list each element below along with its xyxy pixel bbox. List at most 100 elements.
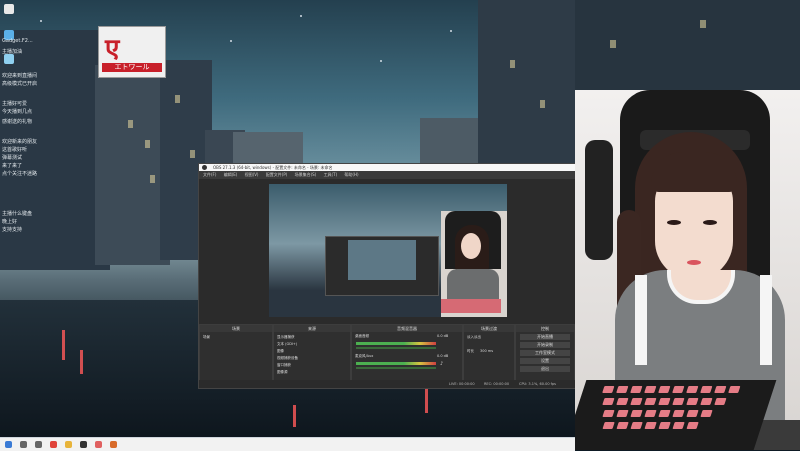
obs-preview-canvas[interactable] xyxy=(269,184,507,317)
chat-message: 欢迎新来的朋友 xyxy=(2,139,38,145)
preview-webcam-source xyxy=(441,211,507,317)
duration-input[interactable]: 300 ms xyxy=(480,349,493,353)
chat-app-icon[interactable] xyxy=(95,441,102,448)
scenes-dock: 场景 场景 + − ˄ ˅ xyxy=(199,324,273,388)
menu-edit[interactable]: 编辑(E) xyxy=(224,172,238,177)
menu-file[interactable]: 文件(F) xyxy=(203,172,216,177)
preview-nested-obs xyxy=(325,236,439,296)
browser-icon[interactable] xyxy=(50,441,57,448)
live-status: LIVE: 00:00:00 xyxy=(449,382,475,386)
keycap xyxy=(630,410,643,417)
window-light xyxy=(175,95,180,103)
mixer-channel-db: 0.0 dB xyxy=(437,334,449,338)
menu-tools[interactable]: 工具(T) xyxy=(324,172,338,177)
exit-button[interactable]: 退出 xyxy=(520,366,570,372)
folder-icon[interactable] xyxy=(65,441,72,448)
music-icon[interactable] xyxy=(110,441,117,448)
star xyxy=(230,40,232,42)
chat-message: 晚上好 xyxy=(2,219,18,225)
obs-window[interactable]: OBS 27.1.3 (64-bit, windows) - 配置文件: 未命名… xyxy=(198,163,576,389)
building xyxy=(478,0,588,170)
chair-side xyxy=(585,140,613,260)
streamer-eye xyxy=(703,220,717,225)
menu-view[interactable]: 视图(V) xyxy=(245,172,259,177)
scene-item[interactable]: 场景 xyxy=(203,335,210,340)
streamer-eye xyxy=(667,220,681,225)
window-light xyxy=(150,175,155,183)
shirt-stripe xyxy=(760,275,772,365)
obs-logo-icon xyxy=(202,165,207,170)
chat-message: Gadget.F2... xyxy=(2,38,33,44)
shirt-stripe xyxy=(635,275,647,365)
keycap xyxy=(686,422,699,429)
volume-slider[interactable] xyxy=(356,367,436,369)
search-icon[interactable] xyxy=(20,441,27,448)
keycap xyxy=(700,398,713,405)
keycap xyxy=(700,410,713,417)
keycap xyxy=(700,386,713,393)
source-item[interactable]: 显示器捕获 xyxy=(277,335,295,340)
light-reflection xyxy=(425,385,428,413)
keycap xyxy=(644,422,657,429)
studio-mode-button[interactable]: 工作室模式 xyxy=(520,350,570,356)
source-item[interactable]: 图像 xyxy=(277,349,284,354)
volume-meter xyxy=(356,342,436,345)
menu-profile[interactable]: 配置文件(P) xyxy=(266,172,288,177)
keycap xyxy=(602,422,615,429)
mixer-channel-label: 桌面音频 xyxy=(355,334,369,338)
window-light xyxy=(700,20,706,28)
controls-dock: 控制 开始直播 开始录制 工作室模式 设置 退出 xyxy=(515,324,575,388)
mixer-channel-db: 0.0 dB xyxy=(437,354,449,358)
keycap xyxy=(672,410,685,417)
windows-start-icon[interactable] xyxy=(5,441,12,448)
star xyxy=(380,60,382,62)
volume-meter xyxy=(356,362,436,365)
keycap xyxy=(630,422,643,429)
light-reflection xyxy=(293,405,296,427)
task-view-icon[interactable] xyxy=(35,441,42,448)
audio-mixer-dock: 音频混音器 桌面音频 0.0 dB 麦克风/Aux 0.0 dB ♪ xyxy=(351,324,463,388)
obs-statusbar: LIVE: 00:00:00 REC: 00:00:00 CPU: 3.1%, … xyxy=(199,380,575,388)
scenes-dock-title: 场景 xyxy=(200,325,272,332)
keycap xyxy=(644,410,657,417)
obs-menubar: 文件(F) 编辑(E) 视图(V) 配置文件(P) 场景集合(S) 工具(T) … xyxy=(199,171,575,179)
webcam-overlay xyxy=(575,90,800,450)
light-reflection xyxy=(62,330,65,360)
preview-nested-canvas xyxy=(348,240,416,280)
keycap xyxy=(602,398,615,405)
start-streaming-button[interactable]: 开始直播 xyxy=(520,334,570,340)
speaker-icon[interactable]: ♪ xyxy=(440,361,443,367)
chat-message: 主播什么键盘 xyxy=(2,211,33,217)
settings-button[interactable]: 设置 xyxy=(520,358,570,364)
star xyxy=(450,30,452,32)
transitions-title: 场景过渡 xyxy=(464,325,514,332)
chat-message: 主播好可爱 xyxy=(2,101,28,107)
duration-label: 时长 xyxy=(467,349,474,353)
window-light xyxy=(610,40,616,48)
start-recording-button[interactable]: 开始录制 xyxy=(520,342,570,348)
keycap xyxy=(658,386,671,393)
keycap xyxy=(630,398,643,405)
source-item[interactable]: 图像源 xyxy=(277,370,288,375)
menu-scene-collection[interactable]: 场景集合(S) xyxy=(295,172,317,177)
source-item[interactable]: 视频捕获设备 xyxy=(277,356,298,361)
windows-taskbar xyxy=(0,437,575,451)
window-light xyxy=(540,100,545,108)
light-reflection xyxy=(80,350,83,374)
chat-message: 弹幕测试 xyxy=(2,155,23,161)
source-item[interactable]: 文本 (GDI+) xyxy=(277,342,297,347)
mixer-channel-label: 麦克风/Aux xyxy=(355,354,374,358)
chat-message: 这首歌好听 xyxy=(2,147,28,153)
menu-help[interactable]: 帮助(H) xyxy=(344,172,358,177)
controls-title: 控制 xyxy=(516,325,574,332)
volume-slider[interactable] xyxy=(356,347,436,349)
keycap xyxy=(602,410,615,417)
obs-icon[interactable] xyxy=(80,441,87,448)
transition-type-select[interactable]: 淡入淡出 xyxy=(467,335,481,340)
obs-titlebar[interactable]: OBS 27.1.3 (64-bit, windows) - 配置文件: 未命名… xyxy=(199,164,575,171)
sources-dock: 来源 显示器捕获 文本 (GDI+) 图像 视频捕获设备 窗口捕获 图像源 + … xyxy=(273,324,351,388)
building xyxy=(233,132,303,164)
cpu-status: CPU: 3.1%, 60.00 fps xyxy=(519,382,556,386)
keycap xyxy=(728,386,741,393)
source-item[interactable]: 窗口捕获 xyxy=(277,363,291,368)
